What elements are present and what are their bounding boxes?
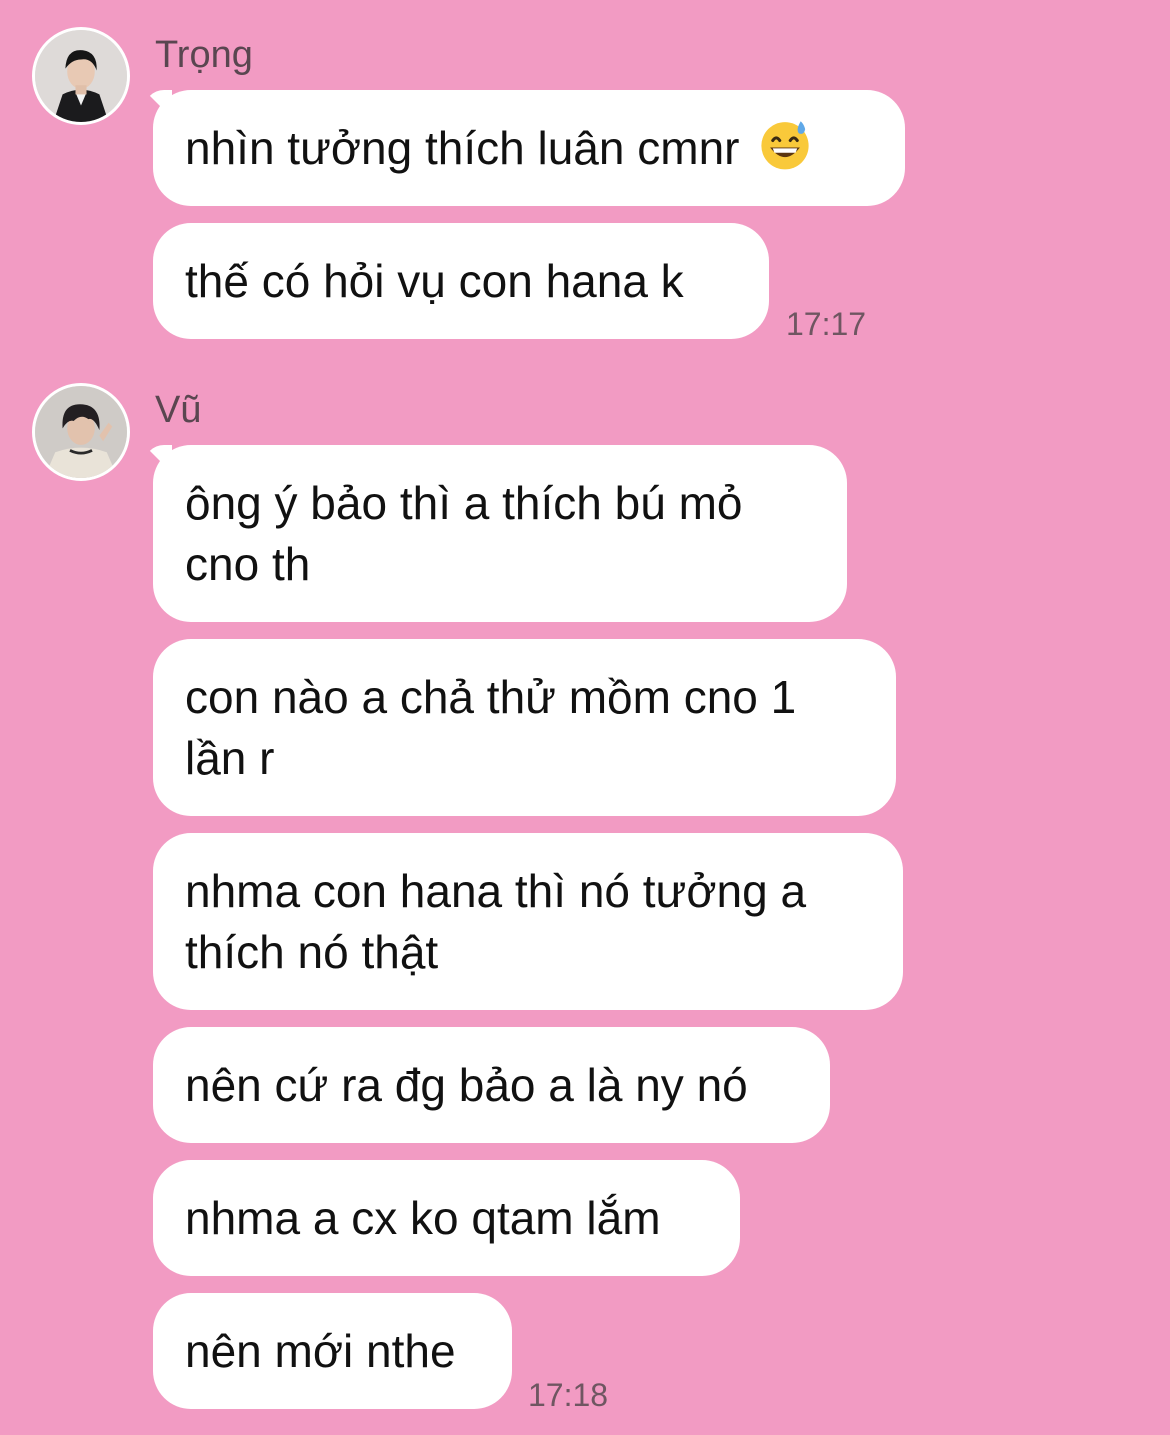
message-bubble[interactable]: ông ý bảo thì a thích bú mỏ cno th [153,445,847,622]
avatar-photo-icon [35,386,127,478]
avatar-trong[interactable] [32,27,130,125]
message-bubble[interactable]: nhma con hana thì nó tưởng a thích nó th… [153,833,903,1010]
sender-name: Vũ [155,389,202,431]
message-text: nhìn tưởng thích luân cmnr [185,121,740,174]
message-text: nên cứ ra đg bảo a là ny nó [185,1058,748,1111]
message-bubble[interactable]: con nào a chả thử mồm cno 1 lần r [153,639,896,816]
avatar-photo-icon [35,30,127,122]
message-timestamp: 17:18 [528,1377,609,1413]
message-bubble[interactable]: nên cứ ra đg bảo a là ny nó [153,1027,830,1143]
message-text: nhma a cx ko qtam lắm [185,1191,661,1244]
message-bubble[interactable]: thế có hỏi vụ con hana k [153,223,769,339]
avatar-vu[interactable] [32,383,130,481]
message-text: ông ý bảo thì a thích bú mỏ cno th [185,476,743,590]
message-bubble[interactable]: nhma a cx ko qtam lắm [153,1160,740,1276]
message-text: nên mới nthe [185,1324,456,1377]
sender-name: Trọng [155,34,253,76]
grinning-sweat-emoji-icon [761,121,810,170]
message-bubble[interactable]: nên mới nthe [153,1293,512,1409]
message-bubble[interactable]: nhìn tưởng thích luân cmnr [153,90,905,206]
message-text: con nào a chả thử mồm cno 1 lần r [185,670,797,784]
message-timestamp: 17:17 [786,306,867,342]
message-text: thế có hỏi vụ con hana k [185,254,684,307]
message-text: nhma con hana thì nó tưởng a thích nó th… [185,864,807,978]
